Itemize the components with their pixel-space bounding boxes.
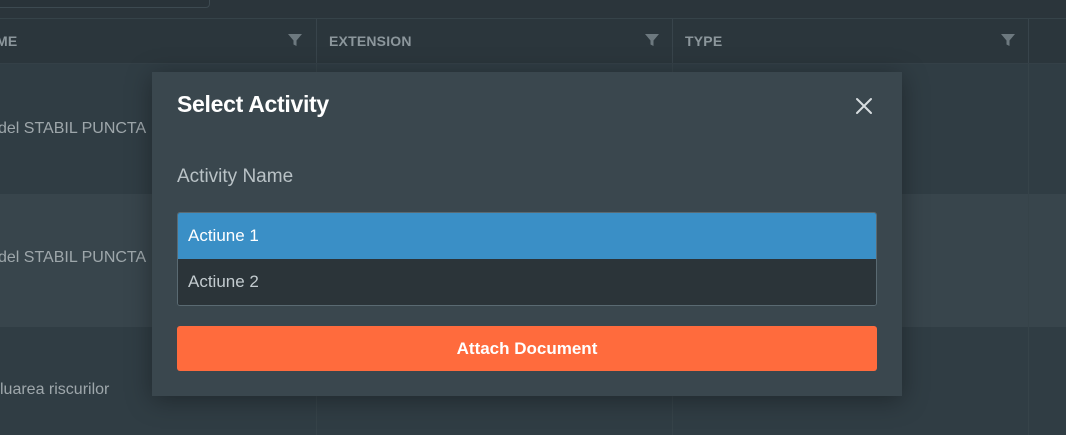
activity-listbox[interactable]: Actiune 1 Actiune 2 bbox=[177, 212, 877, 306]
dialog-title: Select Activity bbox=[177, 91, 329, 117]
activity-name-label: Activity Name bbox=[177, 166, 294, 187]
close-icon[interactable] bbox=[854, 96, 874, 116]
activity-option[interactable]: Actiune 2 bbox=[178, 259, 876, 305]
activity-option[interactable]: Actiune 1 bbox=[178, 213, 876, 259]
select-activity-dialog: Select Activity Activity Name Actiune 1 … bbox=[152, 72, 902, 396]
attach-document-button[interactable]: Attach Document bbox=[177, 326, 877, 371]
